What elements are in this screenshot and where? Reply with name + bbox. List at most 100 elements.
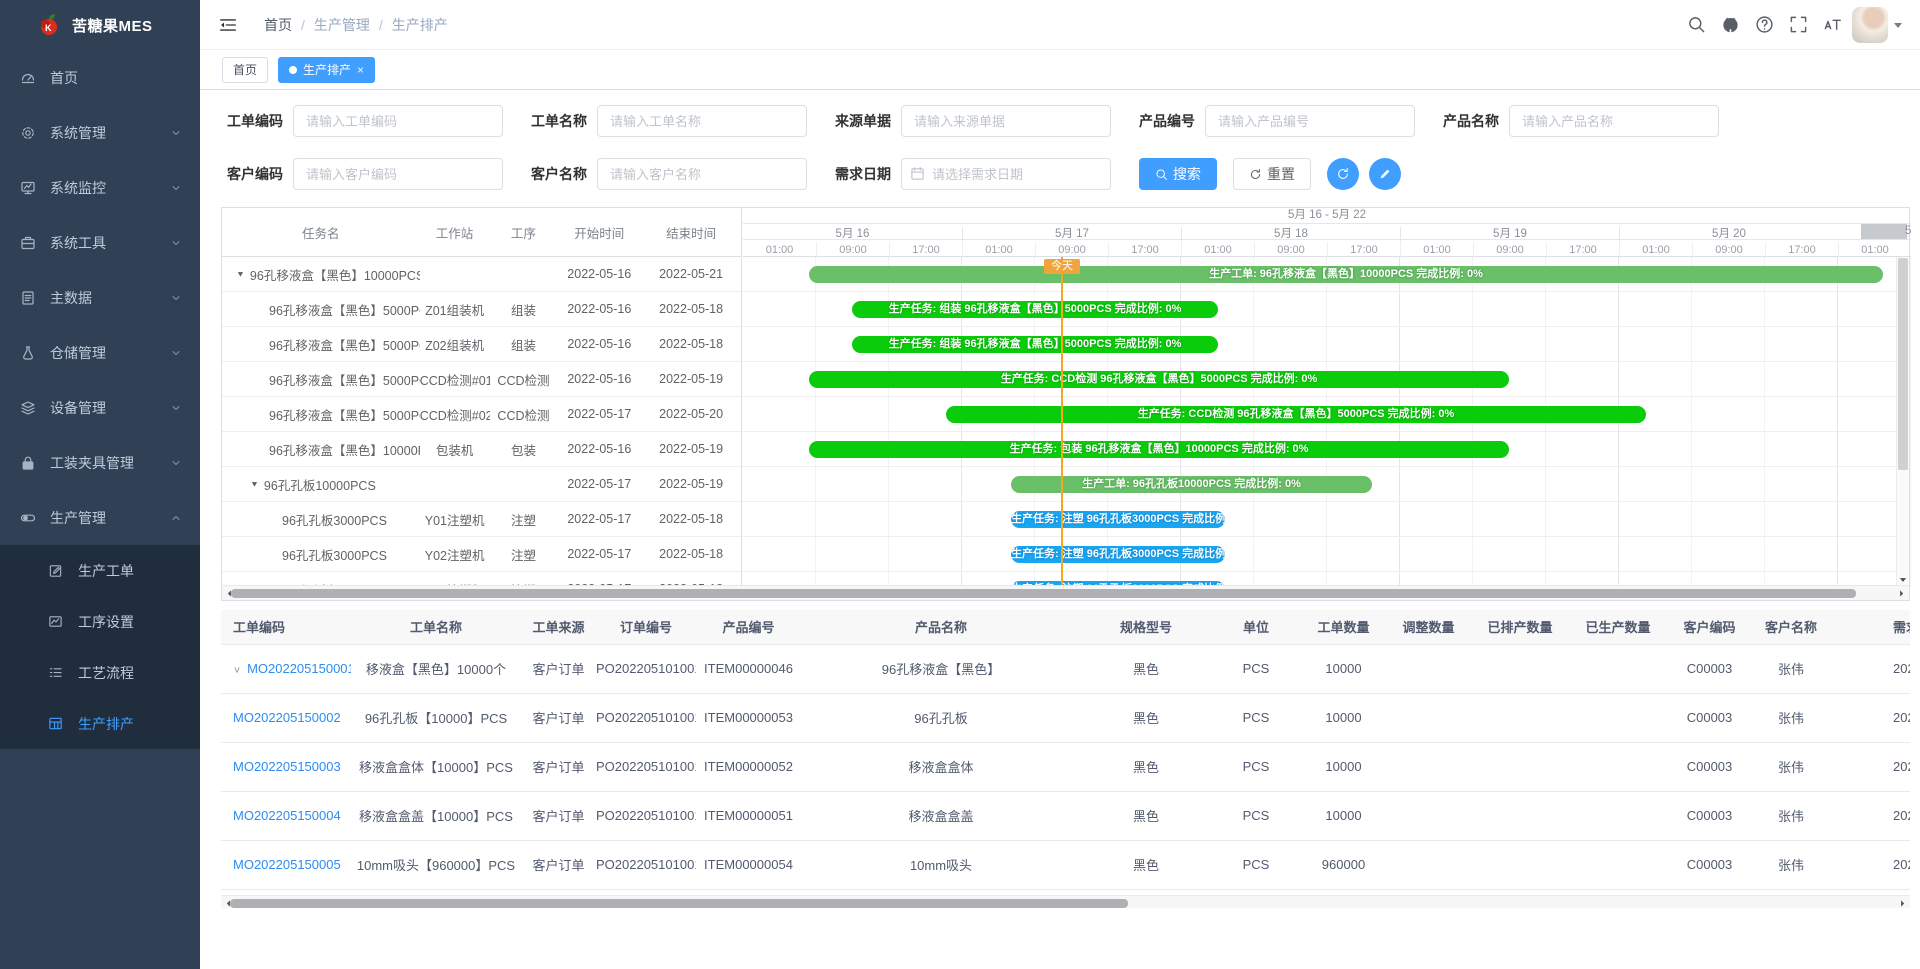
sidebar-item-label: 工艺流程 bbox=[78, 663, 182, 683]
end-time-cell: 2022-05-19 bbox=[641, 442, 741, 456]
workorder-link[interactable]: MO202205150004 bbox=[233, 808, 341, 823]
hscrollbar-thumb[interactable] bbox=[230, 899, 1128, 908]
cell-adjust_qty bbox=[1386, 791, 1471, 840]
sidebar-item-仓储管理[interactable]: 仓储管理 bbox=[0, 325, 200, 380]
sidebar-item-系统管理[interactable]: 系统管理 bbox=[0, 105, 200, 160]
gantt-horizontal-scrollbar[interactable] bbox=[222, 585, 1909, 600]
gantt-task-bar[interactable]: 生产任务: 包装 96孔移液盒【黑色】10000PCS 完成比例: 0% bbox=[809, 441, 1509, 458]
workorder-link[interactable]: MO202205150003 bbox=[233, 759, 341, 774]
gantt-task-row[interactable]: 96孔移液盒【黑色】5000PCSCCD检测#01CCD检测2022-05-16… bbox=[222, 362, 741, 397]
breadcrumb-item-生产排产[interactable]: 生产排产 bbox=[392, 15, 448, 35]
gantt-task-bar[interactable]: 生产任务: 组装 96孔移液盒【黑色】5000PCS 完成比例: 0% bbox=[852, 336, 1218, 353]
gantt-task-row[interactable]: 96孔孔板3000PCSY01注塑机注塑2022-05-172022-05-18 bbox=[222, 502, 741, 537]
需求日期-input[interactable] bbox=[901, 158, 1111, 190]
sidebar-item-工艺流程[interactable]: 工艺流程 bbox=[0, 647, 200, 698]
gantt-task-row[interactable]: 96孔移液盒【黑色】5000PCSCCD检测#02CCD检测2022-05-17… bbox=[222, 397, 741, 432]
row-expand-icon[interactable]: ∨ bbox=[233, 664, 241, 674]
start-time-cell: 2022-05-17 bbox=[557, 407, 641, 421]
fold-icon bbox=[219, 16, 237, 34]
cell-adjust_qty bbox=[1386, 693, 1471, 742]
edit-schedule-button[interactable] bbox=[1369, 158, 1401, 190]
sidebar-item-生产管理[interactable]: 生产管理 bbox=[0, 490, 200, 545]
scroll-down-arrow-icon[interactable] bbox=[1898, 575, 1908, 585]
fullscreen-button[interactable] bbox=[1789, 15, 1808, 34]
refresh-button[interactable] bbox=[1327, 158, 1359, 190]
gantt-task-row[interactable]: ▼96孔移液盒【黑色】10000PCS2022-05-162022-05-21 bbox=[222, 257, 741, 292]
sidebar-item-工装夹具管理[interactable]: 工装夹具管理 bbox=[0, 435, 200, 490]
tree-expand-icon[interactable]: ▼ bbox=[250, 480, 259, 489]
sidebar-item-工序设置[interactable]: 工序设置 bbox=[0, 596, 200, 647]
timeline-hour: 09:00 bbox=[1473, 242, 1546, 258]
sidebar-item-系统监控[interactable]: 系统监控 bbox=[0, 160, 200, 215]
sidebar-item-系统工具[interactable]: 系统工具 bbox=[0, 215, 200, 270]
search-button[interactable] bbox=[1687, 15, 1706, 34]
gantt-task-bar[interactable]: 生产任务: 组装 96孔移液盒【黑色】5000PCS 完成比例: 0% bbox=[852, 301, 1218, 318]
breadcrumb: 首页/生产管理/生产排产 bbox=[264, 15, 448, 35]
refresh-icon bbox=[1249, 168, 1262, 181]
caret-down-icon[interactable] bbox=[1894, 23, 1902, 32]
start-time-cell: 2022-05-16 bbox=[557, 267, 641, 281]
reset-button[interactable]: 重置 bbox=[1233, 158, 1311, 190]
gantt-task-bar[interactable]: 生产任务: 注塑 96孔孔板3000PCS 完成比例: 0% bbox=[1011, 546, 1225, 563]
gantt-task-row[interactable]: 96孔移液盒【黑色】10000PCS包装机包装2022-05-162022-05… bbox=[222, 432, 741, 467]
产品编号-input[interactable] bbox=[1205, 105, 1415, 137]
github-button[interactable] bbox=[1721, 15, 1740, 34]
scroll-right-arrow-icon[interactable] bbox=[1897, 589, 1906, 598]
workorder-link[interactable]: MO202205150001 bbox=[247, 661, 351, 676]
github-icon bbox=[1721, 15, 1740, 34]
cell-unit: PCS bbox=[1211, 791, 1301, 840]
workorder-link[interactable]: MO202205150002 bbox=[233, 710, 341, 725]
cell-produced_qty bbox=[1569, 644, 1667, 693]
gantt-column-开始时间: 开始时间 bbox=[557, 223, 641, 242]
gantt-task-row[interactable]: 96孔移液盒【黑色】5000PCSZ02组装机组装2022-05-162022-… bbox=[222, 327, 741, 362]
avatar[interactable] bbox=[1852, 7, 1888, 43]
gantt-workorder-bar[interactable]: 生产工单: 96孔孔板10000PCS 完成比例: 0% bbox=[1011, 476, 1372, 493]
workorder-link[interactable]: MO202205150005 bbox=[233, 857, 341, 872]
search-button[interactable]: 搜索 bbox=[1139, 158, 1217, 190]
来源单据-input[interactable] bbox=[901, 105, 1111, 137]
gantt-task-row[interactable]: 96孔移液盒【黑色】5000PCSZ01组装机组装2022-05-162022-… bbox=[222, 292, 741, 327]
tab-bar: 首页生产排产× bbox=[200, 50, 1920, 90]
工单编码-input[interactable] bbox=[293, 105, 503, 137]
gantt-task-bar[interactable]: 生产任务: 注塑 96孔孔板3000PCS 完成比例: 0% bbox=[1011, 511, 1225, 528]
gantt-task-row[interactable]: 96孔孔板3000PCSY02注塑机注塑2022-05-172022-05-18 bbox=[222, 537, 741, 572]
font-size-button[interactable] bbox=[1823, 15, 1842, 34]
工单名称-input[interactable] bbox=[597, 105, 807, 137]
filter-field-工单名称: 工单名称 bbox=[531, 105, 807, 137]
gantt-workorder-bar[interactable]: 生产工单: 96孔移液盒【黑色】10000PCS 完成比例: 0% bbox=[809, 266, 1883, 283]
sidebar-item-生产排产[interactable]: 生产排产 bbox=[0, 698, 200, 749]
tab-首页[interactable]: 首页 bbox=[222, 57, 268, 83]
gantt-task-bar[interactable]: 生产任务: CCD检测 96孔移液盒【黑色】5000PCS 完成比例: 0% bbox=[809, 371, 1509, 388]
vscrollbar-thumb[interactable] bbox=[1898, 258, 1908, 470]
sidebar-item-生产工单[interactable]: 生产工单 bbox=[0, 545, 200, 596]
column-header-工单编码: 工单编码 bbox=[221, 610, 351, 644]
sidebar-item-首页[interactable]: 首页 bbox=[0, 50, 200, 105]
column-header-客户编码: 客户编码 bbox=[1667, 610, 1752, 644]
chevron-down-icon bbox=[170, 347, 182, 359]
hscrollbar-thumb[interactable] bbox=[231, 589, 1856, 598]
gantt-task-row[interactable]: ▼96孔孔板10000PCS2022-05-172022-05-19 bbox=[222, 467, 741, 502]
table-horizontal-scrollbar[interactable] bbox=[221, 895, 1910, 908]
cell-unit: PCS bbox=[1211, 644, 1301, 693]
scroll-right-arrow-icon[interactable] bbox=[1898, 899, 1907, 908]
reset-button-label: 重置 bbox=[1267, 164, 1295, 184]
cell-order_no: PO202205101001 bbox=[596, 742, 696, 791]
sidebar-item-设备管理[interactable]: 设备管理 bbox=[0, 380, 200, 435]
logo-icon: K bbox=[36, 12, 62, 38]
产品名称-input[interactable] bbox=[1509, 105, 1719, 137]
gantt-task-bar[interactable]: 生产任务: CCD检测 96孔移液盒【黑色】5000PCS 完成比例: 0% bbox=[946, 406, 1646, 423]
客户名称-input[interactable] bbox=[597, 158, 807, 190]
gantt-vertical-scrollbar[interactable] bbox=[1896, 257, 1909, 587]
breadcrumb-item-生产管理[interactable]: 生产管理 bbox=[314, 15, 370, 35]
tree-expand-icon[interactable]: ▼ bbox=[236, 270, 245, 279]
workstation-cell: Y01注塑机 bbox=[420, 510, 490, 529]
客户编码-input[interactable] bbox=[293, 158, 503, 190]
sidebar-item-主数据[interactable]: 主数据 bbox=[0, 270, 200, 325]
cell-product: 10mm吸头 bbox=[801, 840, 1081, 889]
sidebar-fold-button[interactable] bbox=[219, 16, 237, 34]
tab-生产排产[interactable]: 生产排产× bbox=[278, 57, 375, 83]
tab-close-icon[interactable]: × bbox=[357, 64, 364, 76]
today-tag: 今天 bbox=[1044, 259, 1080, 274]
help-button[interactable] bbox=[1755, 15, 1774, 34]
process-cell: CCD检测 bbox=[490, 370, 558, 389]
